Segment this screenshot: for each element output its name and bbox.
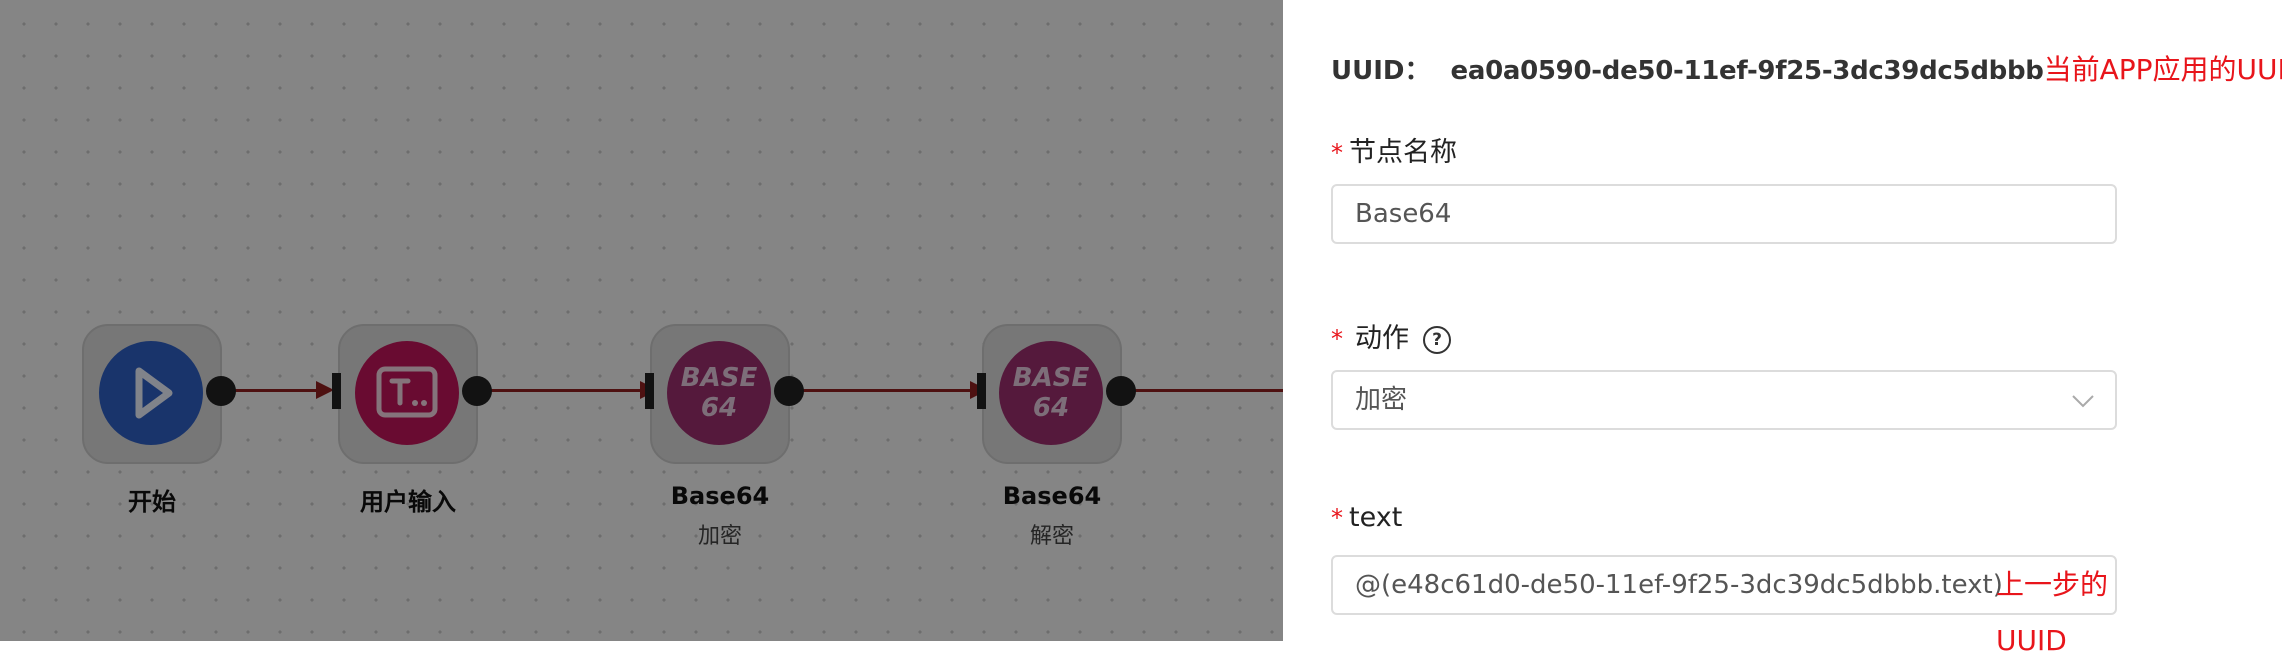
uuid-value: ea0a0590-de50-11ef-9f25-3dc39dc5dbbb [1450,56,2044,86]
text-field-input[interactable]: @(e48c61d0-de50-11ef-9f25-3dc39dc5dbbb.t… [1331,555,2117,657]
action-label: * 动作? [1331,316,1451,355]
uuid-note: 当前APP应用的UUID [2043,53,2282,86]
required-mark: * [1331,139,1343,167]
text-field-label: * text [1331,502,1402,533]
required-mark: * [1331,504,1343,532]
action-select[interactable]: 加密 [1331,370,2117,430]
drawer-overlay-mask[interactable] [0,0,1283,641]
text-field-note: 上一步的UUID [1996,568,2109,657]
node-name-label-text: 节点名称 [1349,137,1457,168]
action-select-value: 加密 [1355,385,1408,415]
node-config-drawer: UUID： ea0a0590-de50-11ef-9f25-3dc39dc5dbb… [1283,0,2282,657]
text-field-value: @(e48c61d0-de50-11ef-9f25-3dc39dc5dbbb.t… [1355,570,2003,600]
required-mark: * [1331,325,1343,353]
uuid-row: UUID： ea0a0590-de50-11ef-9f25-3dc39dc5dbb… [1331,48,2282,88]
workflow-canvas[interactable]: 开始 用户输入 BASE 64 Base64 加密 BASE 64 Base64… [0,0,1283,641]
node-name-value: Base64 [1355,199,1452,229]
question-circle-icon[interactable]: ? [1423,325,1451,354]
chevron-down-icon [2072,395,2094,408]
action-label-text: 动作 [1355,323,1409,354]
node-name-label: * 节点名称 [1331,130,1457,169]
uuid-label: UUID： [1331,56,1431,86]
text-field-label-text: text [1349,502,1403,533]
node-name-input[interactable]: Base64 [1331,184,2117,244]
